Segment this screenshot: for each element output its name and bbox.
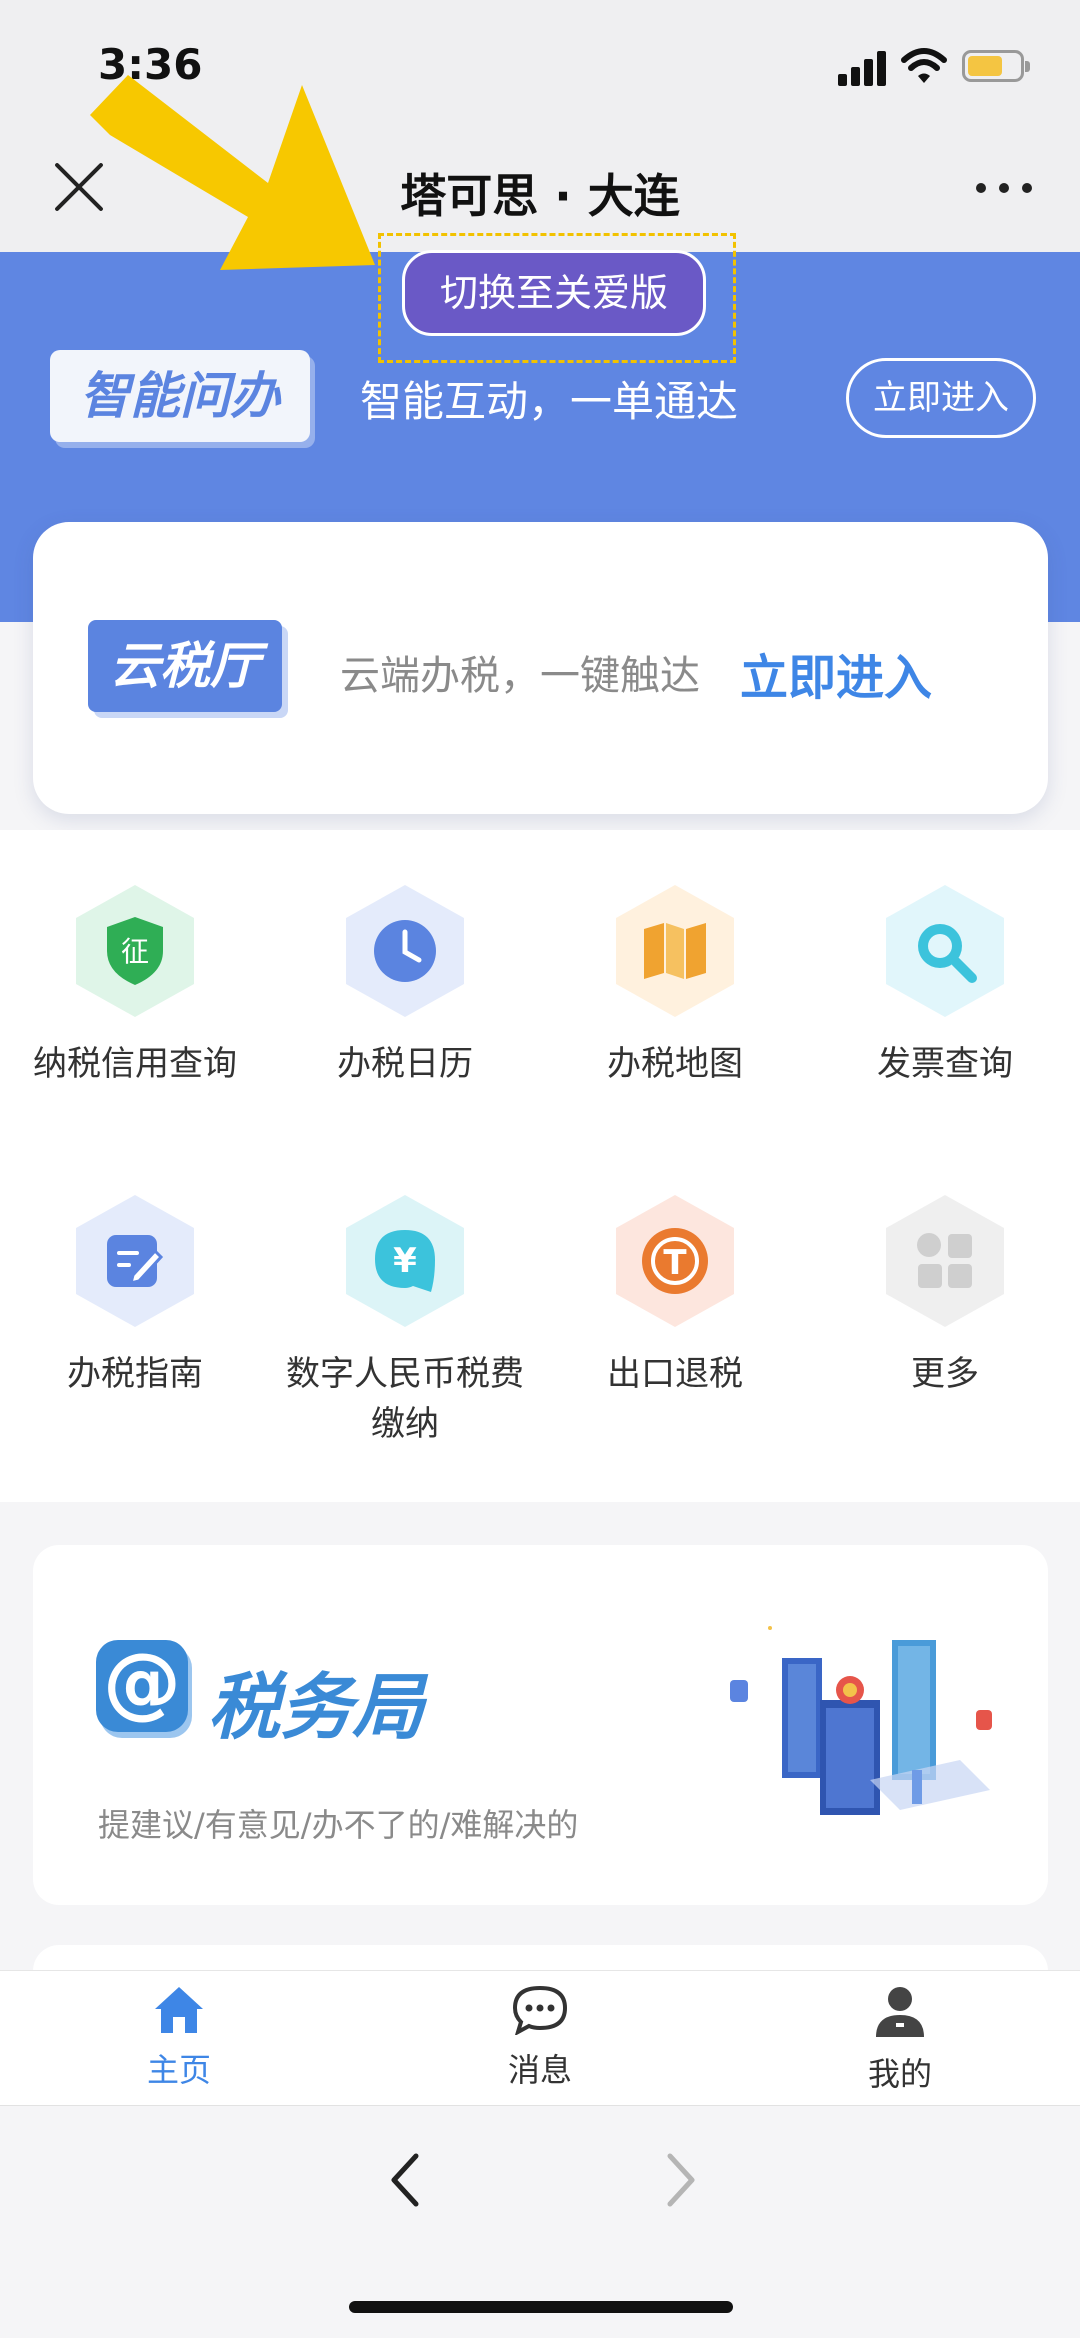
service-label: 办税指南 [67, 1354, 203, 1394]
forward-arrow-icon[interactable] [660, 2150, 700, 2210]
smart-service-slogan: 智能互动，一单通达 [360, 377, 739, 426]
service-invoice-query[interactable]: 发票查询 [810, 885, 1080, 1089]
service-label: 办税日历 [337, 1044, 473, 1084]
grid-icon [886, 1195, 1004, 1327]
battery-icon [962, 50, 1030, 82]
service-label: 更多 [911, 1354, 979, 1394]
city-buildings-illustration [730, 1626, 992, 1815]
tax-bureau-title: 税务局 [208, 1665, 425, 1749]
service-tax-calendar[interactable]: 办税日历 [270, 885, 540, 1089]
back-arrow-icon[interactable] [386, 2150, 426, 2210]
svg-text:T: T [663, 1243, 687, 1283]
tax-bureau-subtitle: 提建议/有意见/办不了的/难解决的 [98, 1806, 579, 1844]
yuan-chat-icon: ¥ [346, 1195, 464, 1327]
tab-label: 主页 [146, 2051, 211, 2089]
cloud-hall-badge: 云税厅 [88, 620, 282, 712]
more-options-icon[interactable] [976, 180, 1032, 196]
service-more[interactable]: 更多 [810, 1195, 1080, 1399]
map-icon [616, 885, 734, 1017]
arrow-icon [90, 75, 375, 270]
service-label: 办税地图 [607, 1044, 743, 1084]
tab-label: 我的 [867, 2055, 932, 2093]
smart-service-badge: 智能问办 [50, 350, 310, 442]
signal-icon [838, 50, 888, 86]
wifi-icon [901, 48, 947, 83]
user-icon [876, 1987, 924, 2037]
chat-bubble-icon [512, 1985, 568, 2037]
at-icon: @ [96, 1640, 188, 1732]
clock-icon [346, 885, 464, 1017]
tab-profile[interactable]: 我的 [800, 1985, 1000, 2095]
switch-care-mode-button[interactable]: 切换至关爱版 [402, 250, 706, 336]
service-export-refund[interactable]: T 出口退税 [540, 1195, 810, 1399]
home-indicator [349, 2301, 733, 2313]
credit-shield-icon: 征 [76, 885, 194, 1017]
smart-service-enter-button[interactable]: 立即进入 [846, 358, 1036, 438]
service-credit-query[interactable]: 征 纳税信用查询 [0, 885, 270, 1089]
svg-text:征: 征 [121, 935, 149, 968]
refund-icon: T [616, 1195, 734, 1327]
home-icon [155, 1987, 203, 2033]
edit-note-icon [76, 1195, 194, 1327]
service-label: 发票查询 [877, 1044, 1013, 1084]
service-tax-map[interactable]: 办税地图 [540, 885, 810, 1089]
tab-messages[interactable]: 消息 [440, 1985, 640, 2091]
service-label: 出口退税 [607, 1354, 743, 1394]
tab-label: 消息 [507, 2051, 572, 2089]
cloud-hall-slogan: 云端办税，一键触达 [340, 653, 700, 699]
service-label: 数字人民币税费缴纳 [286, 1354, 524, 1444]
svg-text:¥: ¥ [393, 1241, 417, 1281]
service-label: 纳税信用查询 [33, 1044, 237, 1084]
service-digital-rmb-payment[interactable]: ¥ 数字人民币税费缴纳 [270, 1195, 540, 1449]
service-tax-guide[interactable]: 办税指南 [0, 1195, 270, 1399]
magnifier-icon [886, 885, 1004, 1017]
tab-home[interactable]: 主页 [79, 1985, 279, 2091]
cloud-hall-enter-link[interactable]: 立即进入 [740, 638, 932, 708]
